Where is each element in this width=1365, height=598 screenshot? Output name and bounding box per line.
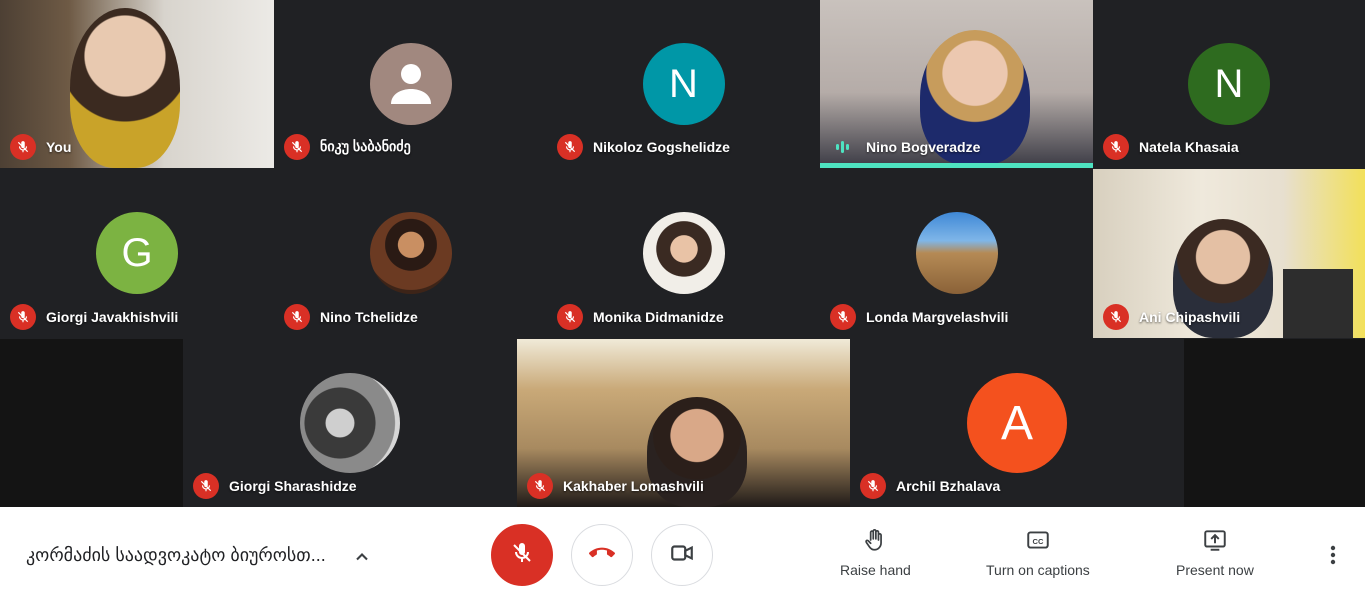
participant-name: Giorgi Javakhishvili: [46, 309, 179, 325]
captions-button[interactable]: CC Turn on captions: [986, 527, 1090, 578]
raise-hand-button[interactable]: Raise hand: [840, 527, 911, 578]
present-now-button[interactable]: Present now: [1176, 527, 1254, 578]
hand-icon: [862, 527, 888, 562]
tile-giorgi-javakhishvili[interactable]: G Giorgi Javakhishvili: [0, 169, 274, 338]
tile-you[interactable]: You: [0, 0, 274, 168]
grid-spacer-right: [1184, 339, 1365, 507]
grid-spacer-left: [0, 339, 183, 507]
avatar-letter: G: [96, 212, 178, 294]
camera-icon: [669, 540, 695, 571]
video-feed: [70, 8, 180, 168]
tile-archil[interactable]: A Archil Bzhalava: [850, 339, 1184, 507]
profile-photo: [642, 212, 725, 294]
tile-giorgi-sharashidze[interactable]: Giorgi Sharashidze: [183, 339, 517, 507]
active-speaker-bar: [820, 163, 1093, 168]
profile-photo: [915, 212, 998, 294]
mic-off-icon: [527, 473, 553, 499]
tile-nikoloz[interactable]: N Nikoloz Gogshelidze: [547, 0, 820, 168]
tile-niku[interactable]: ნიკუ საბანიძე: [274, 0, 547, 168]
profile-photo: [369, 212, 452, 294]
avatar-letter: N: [642, 43, 725, 125]
tile-natela[interactable]: N Natela Khasaia: [1093, 0, 1365, 168]
raise-hand-label: Raise hand: [840, 562, 911, 578]
present-icon: [1202, 527, 1228, 562]
mic-off-icon: [557, 304, 583, 330]
tile-nino-bogveradze[interactable]: Nino Bogveradze: [820, 0, 1093, 168]
participant-name: Natela Khasaia: [1139, 139, 1239, 155]
mic-toggle-button[interactable]: [491, 524, 553, 586]
participant-name: ნიკუ საბანიძე: [320, 138, 411, 154]
mic-off-icon: [1103, 304, 1129, 330]
bottom-control-bar: კორმაძის საადვოკატო ბიუროსთ... Raise han…: [0, 507, 1365, 598]
profile-photo: [300, 373, 400, 473]
participant-name: Giorgi Sharashidze: [229, 478, 357, 494]
tile-nino-tchelidze[interactable]: Nino Tchelidze: [274, 169, 547, 338]
participant-name: Ani Chipashvili: [1139, 309, 1241, 325]
mic-off-icon: [510, 541, 534, 570]
chevron-up-icon[interactable]: [352, 547, 372, 567]
participant-name: Kakhaber Lomashvili: [563, 478, 704, 494]
more-vert-icon[interactable]: [1325, 543, 1341, 567]
mic-off-icon: [830, 304, 856, 330]
speaking-indicator-icon: [836, 141, 849, 153]
tile-londa[interactable]: Londa Margvelashvili: [820, 169, 1093, 338]
avatar-letter: A: [967, 373, 1067, 473]
person-placeholder-icon: [369, 43, 452, 125]
camera-toggle-button[interactable]: [651, 524, 713, 586]
mic-off-icon: [193, 473, 219, 499]
hang-up-icon: [589, 540, 615, 571]
participant-name: Nino Bogveradze: [866, 139, 981, 155]
meeting-title[interactable]: კორმაძის საადვოკატო ბიუროსთ...: [26, 545, 326, 566]
mic-off-icon: [10, 134, 36, 160]
tile-kakhaber[interactable]: Kakhaber Lomashvili: [517, 339, 850, 507]
participant-name: Londa Margvelashvili: [866, 309, 1009, 325]
participant-name: You: [46, 139, 72, 155]
tile-monika[interactable]: Monika Didmanidze: [547, 169, 820, 338]
mic-off-icon: [284, 304, 310, 330]
participant-name: Nikoloz Gogshelidze: [593, 139, 730, 155]
tile-ani[interactable]: Ani Chipashvili: [1093, 169, 1365, 338]
mic-off-icon: [284, 134, 310, 160]
participant-name: Archil Bzhalava: [896, 478, 1001, 494]
present-label: Present now: [1176, 562, 1254, 578]
leave-call-button[interactable]: [571, 524, 633, 586]
mic-off-icon: [1103, 134, 1129, 160]
video-background-object: [1283, 269, 1353, 338]
participant-name: Monika Didmanidze: [593, 309, 724, 325]
captions-label: Turn on captions: [986, 562, 1090, 578]
mic-off-icon: [860, 473, 886, 499]
avatar-letter: N: [1188, 43, 1270, 125]
mic-off-icon: [557, 134, 583, 160]
participant-name: Nino Tchelidze: [320, 309, 418, 325]
participant-grid: You ნიკუ საბანიძე N Nikoloz Gogshelidze …: [0, 0, 1365, 507]
captions-icon: CC: [1025, 527, 1051, 562]
mic-off-icon: [10, 304, 36, 330]
svg-text:CC: CC: [1032, 537, 1043, 546]
